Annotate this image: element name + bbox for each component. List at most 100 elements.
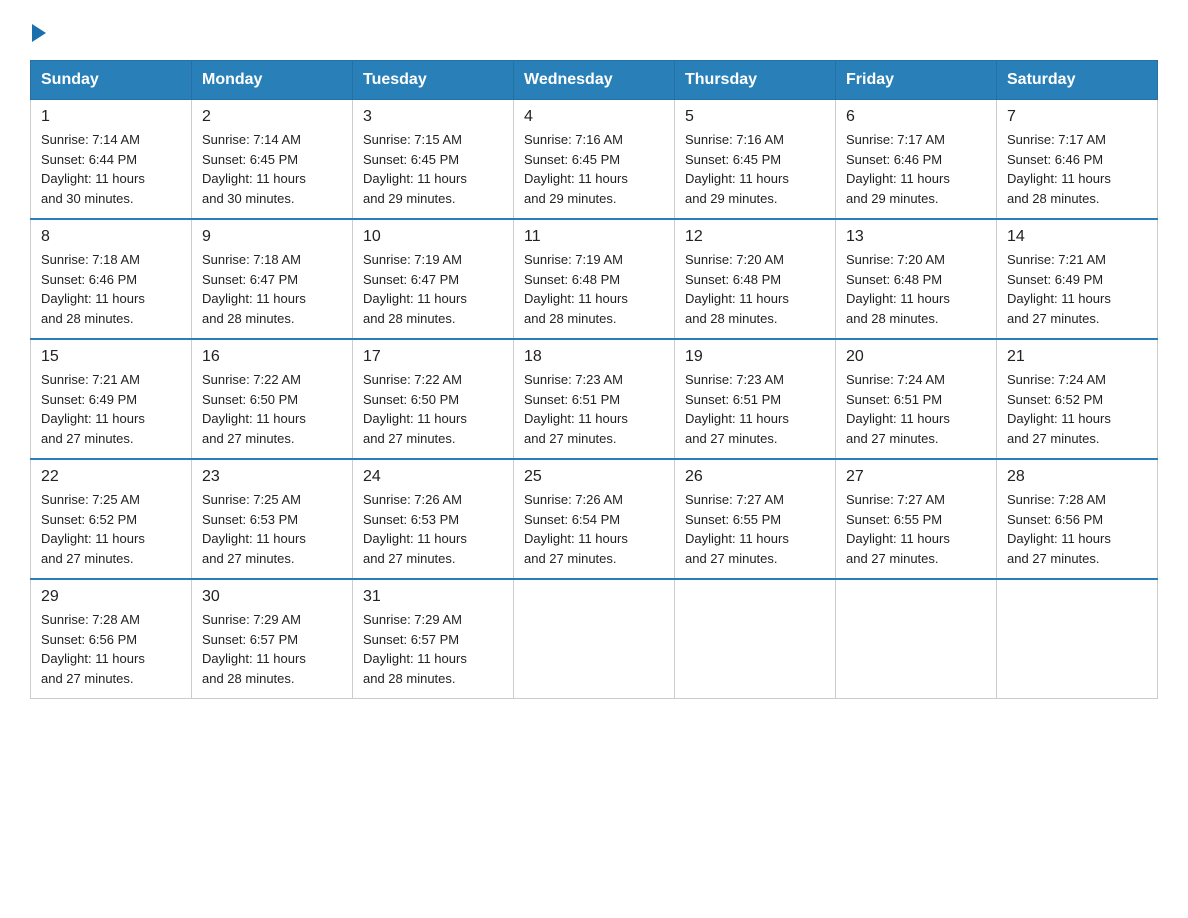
calendar-cell: 23 Sunrise: 7:25 AM Sunset: 6:53 PM Dayl… bbox=[192, 459, 353, 579]
day-number: 16 bbox=[202, 348, 342, 366]
day-number: 19 bbox=[685, 348, 825, 366]
header-cell-sunday: Sunday bbox=[31, 61, 192, 100]
calendar-cell: 11 Sunrise: 7:19 AM Sunset: 6:48 PM Dayl… bbox=[514, 219, 675, 339]
calendar-cell: 14 Sunrise: 7:21 AM Sunset: 6:49 PM Dayl… bbox=[997, 219, 1158, 339]
calendar-cell: 15 Sunrise: 7:21 AM Sunset: 6:49 PM Dayl… bbox=[31, 339, 192, 459]
header-cell-monday: Monday bbox=[192, 61, 353, 100]
day-number: 9 bbox=[202, 228, 342, 246]
calendar-cell: 18 Sunrise: 7:23 AM Sunset: 6:51 PM Dayl… bbox=[514, 339, 675, 459]
day-number: 8 bbox=[41, 228, 181, 246]
day-number: 3 bbox=[363, 108, 503, 126]
day-number: 6 bbox=[846, 108, 986, 126]
day-number: 27 bbox=[846, 468, 986, 486]
calendar-header-row: SundayMondayTuesdayWednesdayThursdayFrid… bbox=[31, 61, 1158, 100]
calendar-cell: 16 Sunrise: 7:22 AM Sunset: 6:50 PM Dayl… bbox=[192, 339, 353, 459]
calendar-table: SundayMondayTuesdayWednesdayThursdayFrid… bbox=[30, 60, 1158, 699]
calendar-cell: 22 Sunrise: 7:25 AM Sunset: 6:52 PM Dayl… bbox=[31, 459, 192, 579]
calendar-cell: 9 Sunrise: 7:18 AM Sunset: 6:47 PM Dayli… bbox=[192, 219, 353, 339]
day-number: 17 bbox=[363, 348, 503, 366]
logo-arrow-icon bbox=[32, 24, 46, 42]
calendar-cell bbox=[514, 579, 675, 699]
calendar-cell bbox=[836, 579, 997, 699]
calendar-week-row: 8 Sunrise: 7:18 AM Sunset: 6:46 PM Dayli… bbox=[31, 219, 1158, 339]
day-info: Sunrise: 7:23 AM Sunset: 6:51 PM Dayligh… bbox=[685, 370, 825, 448]
logo bbox=[30, 20, 46, 42]
header-cell-wednesday: Wednesday bbox=[514, 61, 675, 100]
day-info: Sunrise: 7:28 AM Sunset: 6:56 PM Dayligh… bbox=[41, 610, 181, 688]
day-number: 11 bbox=[524, 228, 664, 246]
calendar-week-row: 22 Sunrise: 7:25 AM Sunset: 6:52 PM Dayl… bbox=[31, 459, 1158, 579]
day-info: Sunrise: 7:22 AM Sunset: 6:50 PM Dayligh… bbox=[202, 370, 342, 448]
day-info: Sunrise: 7:16 AM Sunset: 6:45 PM Dayligh… bbox=[685, 130, 825, 208]
day-info: Sunrise: 7:26 AM Sunset: 6:54 PM Dayligh… bbox=[524, 490, 664, 568]
day-info: Sunrise: 7:14 AM Sunset: 6:45 PM Dayligh… bbox=[202, 130, 342, 208]
day-info: Sunrise: 7:19 AM Sunset: 6:48 PM Dayligh… bbox=[524, 250, 664, 328]
calendar-cell: 10 Sunrise: 7:19 AM Sunset: 6:47 PM Dayl… bbox=[353, 219, 514, 339]
day-info: Sunrise: 7:17 AM Sunset: 6:46 PM Dayligh… bbox=[846, 130, 986, 208]
day-info: Sunrise: 7:27 AM Sunset: 6:55 PM Dayligh… bbox=[846, 490, 986, 568]
day-number: 14 bbox=[1007, 228, 1147, 246]
day-info: Sunrise: 7:25 AM Sunset: 6:53 PM Dayligh… bbox=[202, 490, 342, 568]
day-info: Sunrise: 7:19 AM Sunset: 6:47 PM Dayligh… bbox=[363, 250, 503, 328]
calendar-cell: 20 Sunrise: 7:24 AM Sunset: 6:51 PM Dayl… bbox=[836, 339, 997, 459]
day-info: Sunrise: 7:26 AM Sunset: 6:53 PM Dayligh… bbox=[363, 490, 503, 568]
calendar-cell: 30 Sunrise: 7:29 AM Sunset: 6:57 PM Dayl… bbox=[192, 579, 353, 699]
day-info: Sunrise: 7:20 AM Sunset: 6:48 PM Dayligh… bbox=[846, 250, 986, 328]
day-info: Sunrise: 7:24 AM Sunset: 6:52 PM Dayligh… bbox=[1007, 370, 1147, 448]
header bbox=[30, 20, 1158, 42]
day-info: Sunrise: 7:22 AM Sunset: 6:50 PM Dayligh… bbox=[363, 370, 503, 448]
day-info: Sunrise: 7:21 AM Sunset: 6:49 PM Dayligh… bbox=[41, 370, 181, 448]
day-number: 23 bbox=[202, 468, 342, 486]
day-number: 15 bbox=[41, 348, 181, 366]
day-info: Sunrise: 7:21 AM Sunset: 6:49 PM Dayligh… bbox=[1007, 250, 1147, 328]
header-cell-tuesday: Tuesday bbox=[353, 61, 514, 100]
day-number: 20 bbox=[846, 348, 986, 366]
calendar-cell: 26 Sunrise: 7:27 AM Sunset: 6:55 PM Dayl… bbox=[675, 459, 836, 579]
day-number: 4 bbox=[524, 108, 664, 126]
day-number: 31 bbox=[363, 588, 503, 606]
day-number: 21 bbox=[1007, 348, 1147, 366]
day-number: 12 bbox=[685, 228, 825, 246]
day-number: 26 bbox=[685, 468, 825, 486]
calendar-cell: 4 Sunrise: 7:16 AM Sunset: 6:45 PM Dayli… bbox=[514, 100, 675, 220]
calendar-cell bbox=[675, 579, 836, 699]
day-info: Sunrise: 7:27 AM Sunset: 6:55 PM Dayligh… bbox=[685, 490, 825, 568]
day-info: Sunrise: 7:20 AM Sunset: 6:48 PM Dayligh… bbox=[685, 250, 825, 328]
day-info: Sunrise: 7:25 AM Sunset: 6:52 PM Dayligh… bbox=[41, 490, 181, 568]
calendar-cell: 5 Sunrise: 7:16 AM Sunset: 6:45 PM Dayli… bbox=[675, 100, 836, 220]
calendar-cell: 29 Sunrise: 7:28 AM Sunset: 6:56 PM Dayl… bbox=[31, 579, 192, 699]
calendar-cell: 28 Sunrise: 7:28 AM Sunset: 6:56 PM Dayl… bbox=[997, 459, 1158, 579]
day-number: 5 bbox=[685, 108, 825, 126]
day-info: Sunrise: 7:29 AM Sunset: 6:57 PM Dayligh… bbox=[363, 610, 503, 688]
header-cell-thursday: Thursday bbox=[675, 61, 836, 100]
calendar-week-row: 29 Sunrise: 7:28 AM Sunset: 6:56 PM Dayl… bbox=[31, 579, 1158, 699]
calendar-cell: 27 Sunrise: 7:27 AM Sunset: 6:55 PM Dayl… bbox=[836, 459, 997, 579]
day-info: Sunrise: 7:23 AM Sunset: 6:51 PM Dayligh… bbox=[524, 370, 664, 448]
calendar-cell: 21 Sunrise: 7:24 AM Sunset: 6:52 PM Dayl… bbox=[997, 339, 1158, 459]
day-info: Sunrise: 7:18 AM Sunset: 6:47 PM Dayligh… bbox=[202, 250, 342, 328]
day-number: 18 bbox=[524, 348, 664, 366]
calendar-cell: 6 Sunrise: 7:17 AM Sunset: 6:46 PM Dayli… bbox=[836, 100, 997, 220]
day-number: 22 bbox=[41, 468, 181, 486]
day-number: 10 bbox=[363, 228, 503, 246]
day-number: 29 bbox=[41, 588, 181, 606]
day-number: 7 bbox=[1007, 108, 1147, 126]
day-number: 30 bbox=[202, 588, 342, 606]
day-info: Sunrise: 7:14 AM Sunset: 6:44 PM Dayligh… bbox=[41, 130, 181, 208]
calendar-cell: 7 Sunrise: 7:17 AM Sunset: 6:46 PM Dayli… bbox=[997, 100, 1158, 220]
calendar-cell: 17 Sunrise: 7:22 AM Sunset: 6:50 PM Dayl… bbox=[353, 339, 514, 459]
header-cell-friday: Friday bbox=[836, 61, 997, 100]
day-number: 2 bbox=[202, 108, 342, 126]
day-info: Sunrise: 7:24 AM Sunset: 6:51 PM Dayligh… bbox=[846, 370, 986, 448]
calendar-cell: 25 Sunrise: 7:26 AM Sunset: 6:54 PM Dayl… bbox=[514, 459, 675, 579]
day-info: Sunrise: 7:17 AM Sunset: 6:46 PM Dayligh… bbox=[1007, 130, 1147, 208]
calendar-week-row: 1 Sunrise: 7:14 AM Sunset: 6:44 PM Dayli… bbox=[31, 100, 1158, 220]
day-number: 28 bbox=[1007, 468, 1147, 486]
day-number: 24 bbox=[363, 468, 503, 486]
day-info: Sunrise: 7:28 AM Sunset: 6:56 PM Dayligh… bbox=[1007, 490, 1147, 568]
calendar-cell bbox=[997, 579, 1158, 699]
calendar-cell: 19 Sunrise: 7:23 AM Sunset: 6:51 PM Dayl… bbox=[675, 339, 836, 459]
day-info: Sunrise: 7:18 AM Sunset: 6:46 PM Dayligh… bbox=[41, 250, 181, 328]
calendar-cell: 8 Sunrise: 7:18 AM Sunset: 6:46 PM Dayli… bbox=[31, 219, 192, 339]
day-info: Sunrise: 7:29 AM Sunset: 6:57 PM Dayligh… bbox=[202, 610, 342, 688]
